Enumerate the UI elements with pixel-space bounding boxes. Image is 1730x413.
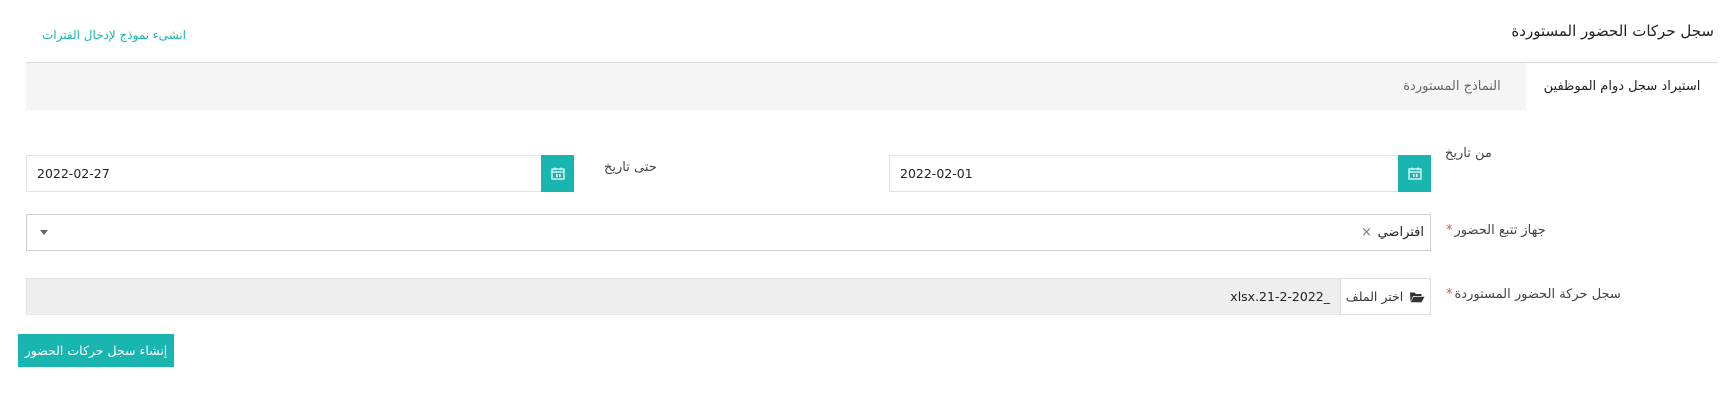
file-label-text: سجل حركة الحضور المستوردة (1454, 287, 1621, 302)
calendar-icon (550, 167, 565, 180)
tab-label: النماذج المستوردة (1403, 79, 1501, 94)
clear-selection-icon[interactable]: × (1361, 215, 1372, 250)
calendar-icon (1407, 167, 1422, 180)
folder-open-icon (1410, 292, 1425, 302)
file-label: * سجل حركة الحضور المستوردة (1446, 287, 1621, 302)
choose-file-label: اختر الملف (1345, 289, 1404, 304)
to-date-value: 2022-02-27 (37, 166, 110, 181)
from-date-field[interactable]: 2022-02-01 (889, 155, 1431, 192)
tab-import-attendance[interactable]: استيراد سجل دوام الموظفين (1526, 63, 1718, 110)
device-select[interactable]: افتراضي × (26, 214, 1431, 251)
to-date-field[interactable]: 2022-02-27 (26, 155, 574, 192)
file-input-field[interactable]: اختر الملف xlsx.21-2-2022_ (26, 278, 1431, 315)
device-label-text: جهاز تتبع الحضور (1454, 223, 1546, 238)
tab-label: استيراد سجل دوام الموظفين (1543, 79, 1701, 94)
required-star: * (1446, 223, 1453, 238)
to-date-calendar-button[interactable] (541, 155, 574, 192)
to-date-label: حتى تاريخ (604, 160, 657, 175)
device-select-value: افتراضي (1377, 225, 1424, 240)
from-date-label: من تاريخ (1445, 146, 1492, 161)
selected-file-name: xlsx.21-2-2022_ (1230, 289, 1330, 304)
device-label: * جهاز تتبع الحضور (1446, 223, 1546, 238)
page-title: سجل حركات الحضور المستوردة (1511, 22, 1714, 40)
from-date-calendar-button[interactable] (1398, 155, 1431, 192)
tabs-bar: استيراد سجل دوام الموظفين النماذج المستو… (26, 63, 1718, 110)
required-star: * (1446, 287, 1453, 302)
choose-file-button[interactable]: اختر الملف (1340, 278, 1431, 315)
chevron-down-icon[interactable] (40, 230, 48, 235)
from-date-value: 2022-02-01 (900, 166, 973, 181)
tab-imported-templates[interactable]: النماذج المستوردة (1378, 63, 1526, 110)
create-attendance-log-button[interactable]: إنشاء سجل حركات الحضور (18, 334, 174, 367)
create-template-link[interactable]: انشىء نموذج لإدخال الفترات (42, 28, 186, 42)
